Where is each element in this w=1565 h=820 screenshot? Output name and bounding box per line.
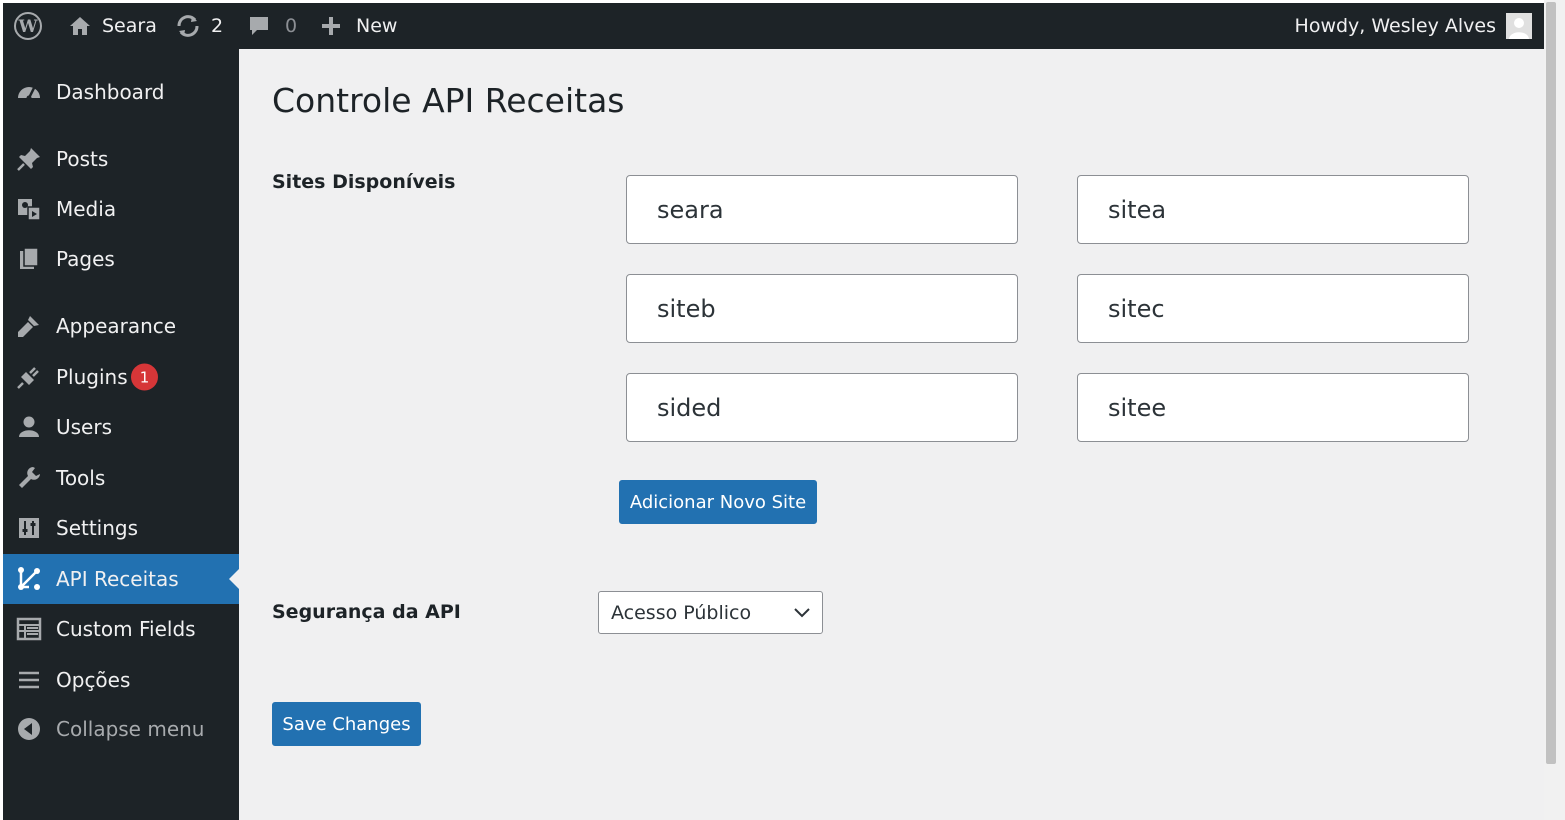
network-icon bbox=[18, 567, 40, 591]
howdy-text: Howdy, Wesley Alves bbox=[1294, 15, 1496, 37]
settings-icon bbox=[19, 518, 39, 538]
wordpress-logo-icon[interactable]: W bbox=[13, 3, 43, 49]
save-changes-button[interactable]: Save Changes bbox=[272, 702, 421, 746]
updates-count: 2 bbox=[211, 15, 224, 37]
sites-label: Sites Disponíveis bbox=[272, 171, 456, 193]
site-input-5[interactable] bbox=[626, 373, 1018, 442]
menu-item-settings[interactable]: Settings bbox=[3, 503, 239, 553]
dashboard-icon bbox=[18, 87, 40, 101]
menu-label: Tools bbox=[56, 466, 106, 490]
avatar bbox=[1506, 13, 1532, 39]
security-selected-value: Acesso Público bbox=[611, 601, 752, 624]
chevron-down-icon bbox=[794, 607, 810, 617]
table-icon bbox=[16, 617, 42, 641]
comments-count: 0 bbox=[285, 15, 298, 37]
menu-item-opcoes[interactable]: Opções bbox=[3, 655, 239, 705]
menu-item-posts[interactable]: Posts bbox=[3, 134, 239, 184]
admin-sidebar: Dashboard Posts Media Pages Appearance P… bbox=[3, 49, 239, 820]
new-content-link[interactable]: New bbox=[320, 3, 397, 49]
site-name-link[interactable]: Seara bbox=[68, 3, 157, 49]
page-title: Controle API Receitas bbox=[272, 81, 625, 120]
collapse-menu-button[interactable]: Collapse menu bbox=[3, 704, 239, 754]
wp-admin-window: W Seara 2 0 New Howdy, Wesley Alves Dash… bbox=[3, 3, 1544, 820]
menu-label: API Receitas bbox=[56, 567, 179, 591]
media-icon bbox=[18, 199, 41, 221]
menu-label: Posts bbox=[56, 147, 109, 171]
menu-item-dashboard[interactable]: Dashboard bbox=[3, 67, 239, 117]
collapse-icon bbox=[18, 718, 40, 740]
site-input-3[interactable] bbox=[626, 274, 1018, 343]
menu-item-api-receitas[interactable]: API Receitas bbox=[3, 554, 239, 604]
wrench-icon bbox=[19, 467, 40, 488]
menu-label: Plugins bbox=[56, 365, 128, 389]
menu-label: Media bbox=[56, 197, 117, 221]
pages-icon bbox=[20, 247, 39, 269]
paintbrush-icon bbox=[18, 316, 39, 337]
menu-label: Dashboard bbox=[56, 80, 165, 104]
home-icon bbox=[70, 17, 90, 35]
menu-label: Appearance bbox=[56, 314, 177, 338]
plugins-update-badge: 1 bbox=[131, 363, 158, 391]
menu-item-plugins[interactable]: Plugins 1 bbox=[3, 352, 239, 402]
collapse-label: Collapse menu bbox=[56, 717, 205, 741]
scrollbar-thumb[interactable] bbox=[1546, 2, 1556, 764]
menu-item-appearance[interactable]: Appearance bbox=[3, 301, 239, 351]
plug-icon bbox=[17, 367, 39, 389]
menu-icon bbox=[19, 671, 39, 689]
updates-icon bbox=[177, 15, 199, 37]
comment-icon bbox=[250, 17, 268, 35]
menu-item-tools[interactable]: Tools bbox=[3, 453, 239, 503]
security-label: Segurança da API bbox=[272, 601, 461, 623]
security-select[interactable]: Acesso Público bbox=[598, 591, 823, 634]
comments-link[interactable]: 0 bbox=[247, 3, 297, 49]
site-name: Seara bbox=[102, 15, 157, 37]
site-input-4[interactable] bbox=[1077, 274, 1469, 343]
user-icon bbox=[19, 416, 39, 437]
new-label: New bbox=[356, 15, 398, 37]
site-input-6[interactable] bbox=[1077, 373, 1469, 442]
pin-icon bbox=[17, 148, 40, 171]
menu-label: Users bbox=[56, 415, 113, 439]
menu-item-users[interactable]: Users bbox=[3, 402, 239, 452]
site-input-2[interactable] bbox=[1077, 175, 1469, 244]
add-site-button[interactable]: Adicionar Novo Site bbox=[619, 480, 817, 524]
site-input-1[interactable] bbox=[626, 175, 1018, 244]
menu-label: Custom Fields bbox=[56, 617, 196, 641]
updates-link[interactable]: 2 bbox=[175, 3, 223, 49]
plus-icon bbox=[322, 17, 340, 35]
menu-label: Pages bbox=[56, 247, 115, 271]
menu-item-pages[interactable]: Pages bbox=[3, 234, 239, 284]
svg-text:W: W bbox=[17, 17, 38, 37]
menu-label: Opções bbox=[56, 668, 131, 692]
page-scrollbar[interactable] bbox=[1544, 0, 1565, 820]
menu-label: Settings bbox=[56, 516, 139, 540]
menu-item-custom-fields[interactable]: Custom Fields bbox=[3, 604, 239, 654]
menu-item-media[interactable]: Media bbox=[3, 184, 239, 234]
my-account-link[interactable]: Howdy, Wesley Alves bbox=[1295, 3, 1532, 49]
admin-bar: W Seara 2 0 New Howdy, Wesley Alves bbox=[3, 3, 1544, 49]
